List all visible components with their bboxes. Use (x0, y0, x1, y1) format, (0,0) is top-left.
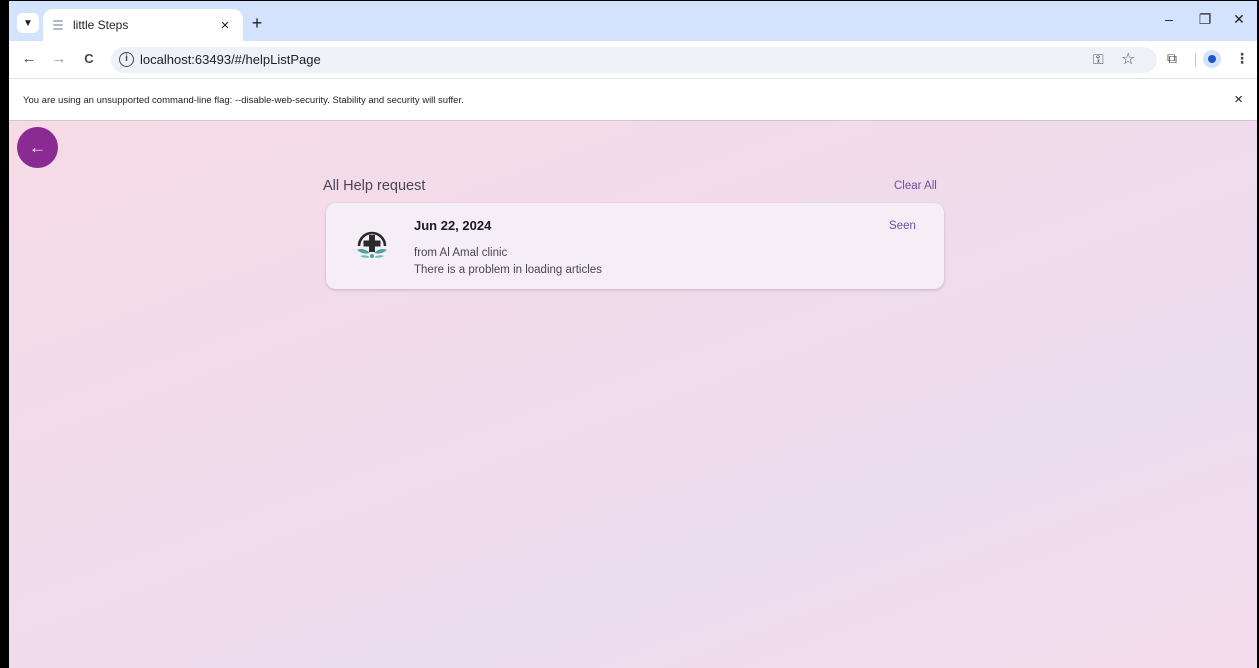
url-text[interactable]: localhost:63493/#/helpListPage (140, 52, 321, 67)
help-request-card[interactable]: Jun 22, 2024 Seen from Al Amal clinic Th… (326, 203, 944, 289)
infobar-close-icon[interactable]: × (1234, 91, 1243, 108)
app-viewport: ← All Help request Clear All Jun 22, 202… (9, 121, 1257, 668)
tab-close-icon[interactable]: × (217, 17, 233, 34)
clinic-logo-icon (357, 231, 387, 258)
minimize-button[interactable]: – (1159, 11, 1179, 27)
request-sender: from Al Amal clinic (414, 247, 508, 259)
clear-all-button[interactable]: Clear All (894, 180, 937, 192)
extensions-icon[interactable]: ⧉ (1167, 50, 1177, 67)
status-badge: Seen (889, 220, 916, 232)
tab-little-steps[interactable]: little Steps × (43, 9, 243, 41)
star-icon[interactable]: ☆ (1121, 49, 1135, 69)
restore-button[interactable]: ❐ (1195, 11, 1215, 28)
request-date: Jun 22, 2024 (414, 218, 492, 233)
new-tab-button[interactable]: + (247, 13, 267, 33)
browser-toolbar: ← → C i localhost:63493/#/helpListPage ⚿… (9, 41, 1257, 78)
reload-icon[interactable]: C (79, 50, 99, 68)
infobar-message: You are using an unsupported command-lin… (23, 95, 464, 106)
page-title: All Help request (323, 178, 426, 194)
forward-nav-icon[interactable]: → (49, 50, 69, 68)
menu-icon[interactable]: ⋮ (1235, 50, 1249, 67)
tab-search-icon[interactable]: ▼ (17, 13, 39, 33)
favicon-icon (53, 20, 63, 30)
tab-strip: ▼ little Steps × + – ❐ ✕ (9, 1, 1257, 41)
request-message: There is a problem in loading articles (414, 264, 602, 276)
back-nav-icon[interactable]: ← (19, 50, 39, 68)
browser-window: ▼ little Steps × + – ❐ ✕ ← → C i localho… (0, 0, 1259, 668)
window-close-button[interactable]: ✕ (1229, 11, 1249, 28)
profile-icon[interactable] (1203, 50, 1221, 68)
site-info-icon[interactable]: i (119, 52, 134, 67)
toolbar-divider (1195, 53, 1196, 67)
warning-infobar: You are using an unsupported command-lin… (9, 78, 1257, 121)
arrow-left-icon: ← (29, 137, 46, 157)
address-bar[interactable]: i localhost:63493/#/helpListPage ⚿ ☆ (111, 47, 1157, 73)
back-button[interactable]: ← (17, 127, 58, 168)
key-icon[interactable]: ⚿ (1093, 51, 1104, 68)
tab-title: little Steps (73, 18, 129, 32)
